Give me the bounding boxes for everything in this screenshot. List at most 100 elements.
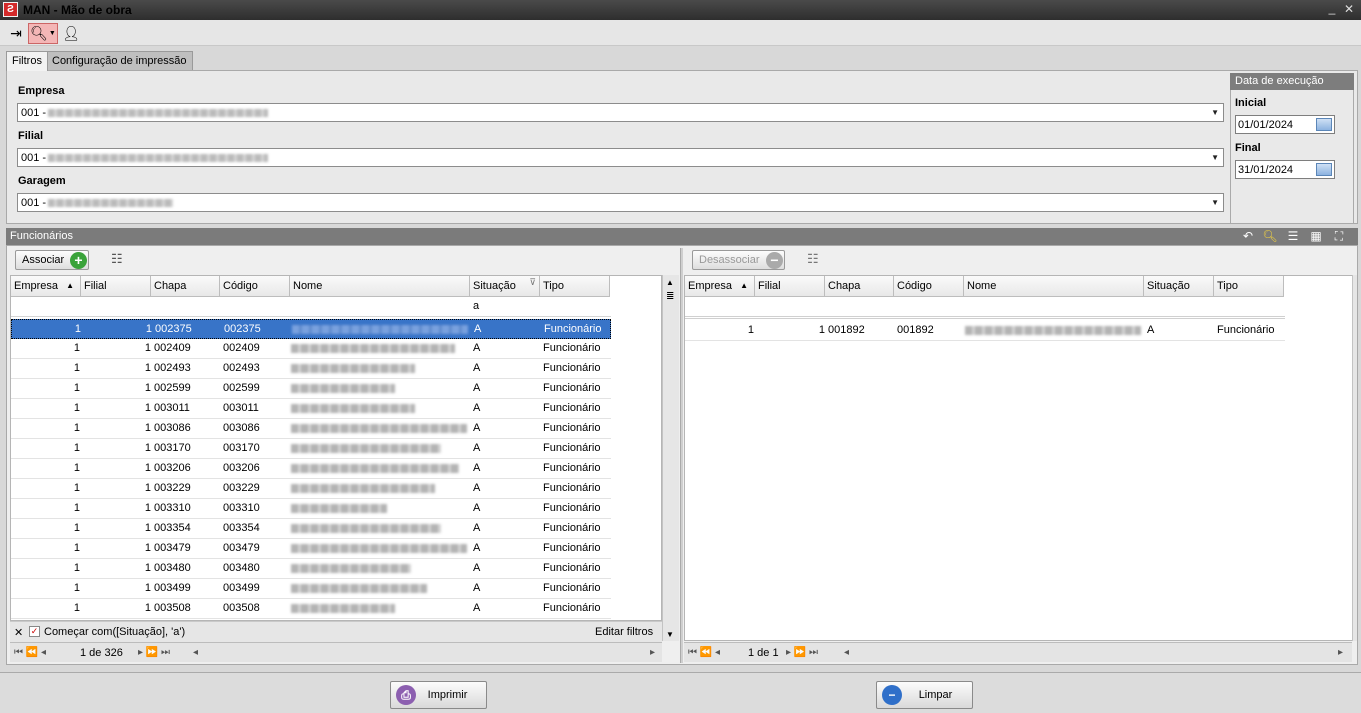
redacted-name bbox=[291, 444, 441, 453]
clear-filter-icon[interactable]: ✕ bbox=[14, 626, 23, 639]
column-header[interactable]: Situação bbox=[1144, 276, 1214, 297]
scroll-up-icon[interactable]: ▲ bbox=[666, 278, 674, 287]
scroll-left-icon[interactable]: ◂ bbox=[844, 647, 849, 658]
sort-asc-icon: ▲ bbox=[740, 281, 748, 290]
situacao-filter-value[interactable]: a bbox=[473, 300, 479, 312]
table-row[interactable]: 1 1 003499 003499 A Funcionário bbox=[11, 579, 611, 599]
cell-chapa: 003480 bbox=[154, 562, 191, 574]
cell-codigo: 001892 bbox=[897, 324, 934, 336]
cell-codigo: 002409 bbox=[223, 342, 260, 354]
scroll-right-icon[interactable]: ▸ bbox=[650, 647, 655, 658]
left-vertical-scrollbar[interactable]: ▲ ≣ ▼ bbox=[662, 275, 679, 641]
associar-button[interactable]: Associar + bbox=[15, 250, 89, 270]
column-header[interactable]: Chapa bbox=[825, 276, 894, 297]
cell-filial: 1 bbox=[145, 323, 152, 335]
edit-filters-link[interactable]: Editar filtros bbox=[595, 626, 653, 638]
user-button[interactable]: 👤︎ bbox=[60, 23, 82, 44]
scroll-menu-icon[interactable]: ≣ bbox=[666, 291, 674, 302]
table-row[interactable]: 1 1 003354 003354 A Funcionário bbox=[11, 519, 611, 539]
filter-checkbox[interactable]: ✓ bbox=[29, 626, 40, 637]
table-row[interactable]: 1 1 003229 003229 A Funcionário bbox=[11, 479, 611, 499]
cell-chapa: 003310 bbox=[154, 502, 191, 514]
tab-filtros[interactable]: Filtros bbox=[6, 51, 48, 71]
right-vertical-scrollbar[interactable] bbox=[1352, 275, 1357, 641]
column-header[interactable]: Código bbox=[894, 276, 964, 297]
inicial-date-field[interactable]: 01/01/2024 bbox=[1235, 115, 1335, 134]
table-row[interactable]: 1 1 003508 003508 A Funcionário bbox=[11, 599, 611, 619]
grid-remove-icon[interactable]: ☷ bbox=[807, 251, 827, 269]
pager-first-icon[interactable]: ⏮ ⏪ ◂ bbox=[688, 647, 720, 658]
close-icon[interactable]: ✕ bbox=[1342, 2, 1356, 16]
scroll-left-icon[interactable]: ◂ bbox=[193, 647, 198, 658]
column-header[interactable]: Tipo bbox=[1214, 276, 1284, 297]
expand-icon[interactable]: ⛶ bbox=[1331, 229, 1347, 244]
cell-situacao: A bbox=[1147, 324, 1155, 336]
calendar-icon[interactable] bbox=[1316, 163, 1332, 176]
cell-situacao: A bbox=[473, 502, 481, 514]
filial-value: 001 - bbox=[21, 152, 47, 164]
desassociar-button[interactable]: Desassociar − bbox=[692, 250, 785, 270]
left-grid: Empresa ▲ Filial Chapa Código Nome Situação ⊽ Ti… bbox=[10, 275, 662, 621]
table-row[interactable]: 1 1 003206 003206 A Funcionário bbox=[11, 459, 611, 479]
column-header[interactable]: Tipo bbox=[540, 276, 610, 297]
column-header[interactable]: Código bbox=[220, 276, 290, 297]
cell-tipo: Funcionário bbox=[543, 402, 601, 414]
table-row[interactable]: 1 1 003011 003011 A Funcionário bbox=[11, 399, 611, 419]
column-header[interactable]: Situação ⊽ bbox=[470, 276, 540, 297]
column-header[interactable]: Filial bbox=[81, 276, 151, 297]
filter-row[interactable] bbox=[685, 297, 1285, 319]
tab-configuracao-impressao[interactable]: Configuração de impressão bbox=[46, 51, 193, 70]
imprimir-button[interactable]: ⎙ Imprimir bbox=[390, 681, 487, 709]
cell-filial: 1 bbox=[144, 542, 151, 554]
empresa-label: Empresa bbox=[18, 85, 65, 97]
exit-button[interactable]: ⇥ bbox=[6, 23, 26, 44]
table-row[interactable]: 1 1 002409 002409 A Funcionário bbox=[11, 339, 611, 359]
scroll-right-icon[interactable]: ▸ bbox=[1338, 647, 1343, 658]
right-pager: ⏮ ⏪ ◂ 1 de 1 ▸ ⏩ ⏭ ◂ ▸ bbox=[684, 642, 1352, 662]
list-icon[interactable]: ☰ bbox=[1285, 229, 1301, 244]
minimize-icon[interactable]: _ bbox=[1325, 2, 1339, 16]
cell-empresa: 1 bbox=[73, 542, 80, 554]
search-icon[interactable]: 🔍︎ bbox=[1262, 229, 1278, 244]
table-row[interactable]: 1 1 001892 001892 A Funcionário bbox=[685, 321, 1285, 341]
cell-filial: 1 bbox=[818, 324, 825, 336]
column-header[interactable]: Empresa ▲ bbox=[685, 276, 755, 297]
clear-icon: − bbox=[882, 685, 902, 705]
table-row[interactable]: 1 1 002493 002493 A Funcionário bbox=[11, 359, 611, 379]
pager-next-icon[interactable]: ▸ ⏩ ⏭ bbox=[138, 647, 170, 658]
column-header[interactable]: Nome bbox=[964, 276, 1144, 297]
table-row[interactable]: 1 1 003480 003480 A Funcionário bbox=[11, 559, 611, 579]
filter-icon[interactable]: ⊽ bbox=[529, 272, 536, 292]
cell-codigo: 003229 bbox=[223, 482, 260, 494]
filial-combo[interactable]: 001 - ▼ bbox=[17, 148, 1224, 167]
table-row[interactable]: 1 1 003170 003170 A Funcionário bbox=[11, 439, 611, 459]
undo-icon[interactable]: ↶ bbox=[1240, 229, 1256, 244]
scroll-down-icon[interactable]: ▼ bbox=[666, 630, 674, 639]
splitter[interactable] bbox=[680, 248, 683, 663]
final-date-field[interactable]: 31/01/2024 bbox=[1235, 160, 1335, 179]
column-header[interactable]: Chapa bbox=[151, 276, 220, 297]
cell-situacao: A bbox=[473, 522, 481, 534]
calendar-icon[interactable] bbox=[1316, 118, 1332, 131]
garagem-combo[interactable]: 001 - ▼ bbox=[17, 193, 1224, 212]
table-row[interactable]: 1 1 003479 003479 A Funcionário bbox=[11, 539, 611, 559]
pager-next-icon[interactable]: ▸ ⏩ ⏭ bbox=[786, 647, 818, 658]
pager-first-icon[interactable]: ⏮ ⏪ ◂ bbox=[14, 647, 46, 658]
filter-row[interactable]: a bbox=[11, 297, 611, 317]
column-header[interactable]: Nome bbox=[290, 276, 470, 297]
column-header[interactable]: Filial bbox=[755, 276, 825, 297]
table-row[interactable]: 1 1 003086 003086 A Funcionário bbox=[11, 419, 611, 439]
table-row[interactable]: 1 1 002375 002375 A Funcionário bbox=[11, 319, 611, 339]
calendar-icon[interactable]: ▦ bbox=[1308, 229, 1324, 244]
user-icon: 👤︎ bbox=[62, 25, 80, 41]
table-row[interactable]: 1 1 002599 002599 A Funcionário bbox=[11, 379, 611, 399]
empresa-combo[interactable]: 001 - ▼ bbox=[17, 103, 1224, 122]
limpar-button[interactable]: − Limpar bbox=[876, 681, 973, 709]
table-row[interactable]: 1 1 003310 003310 A Funcionário bbox=[11, 499, 611, 519]
cell-chapa: 003229 bbox=[154, 482, 191, 494]
grid-add-icon[interactable]: ☷ bbox=[111, 251, 131, 269]
search-button[interactable]: 🔍︎ ▼ bbox=[28, 23, 58, 44]
column-header[interactable]: Empresa ▲ bbox=[11, 276, 81, 297]
cell-codigo: 003206 bbox=[223, 462, 260, 474]
cell-tipo: Funcionário bbox=[543, 522, 601, 534]
